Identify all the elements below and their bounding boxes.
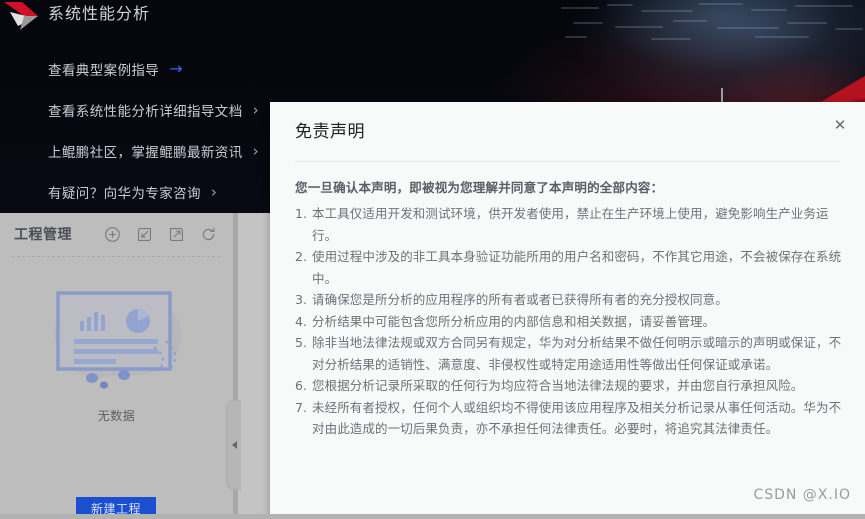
clause-number: 1. (295, 206, 308, 221)
bottom-strip (0, 514, 865, 519)
clause-text: 请确保您是所分析的应用程序的所有者或者已获得所有者的充分授权同意。 (312, 292, 728, 307)
clause-text: 本工具仅适用开发和测试环境，供开发者使用，禁止在生产环境上使用，避免影响生产业务… (312, 206, 829, 243)
clause-number: 2. (295, 249, 308, 264)
dialog-body: 您一旦确认本声明，即被视为您理解并同意了本声明的全部内容： 1. 本工具仅适用开… (295, 177, 843, 440)
clause-text: 分析结果中可能包含您所分析应用的内部信息和相关数据，请妥善管理。 (312, 313, 716, 329)
chevron-right-icon: › (252, 141, 260, 160)
clause-number: 6. (295, 378, 308, 393)
refresh-icon[interactable] (200, 226, 217, 243)
import-icon[interactable] (136, 226, 153, 243)
disclaimer-dialog: 免责声明 ✕ 您一旦确认本声明，即被视为您理解并同意了本声明的全部内容： 1. … (270, 102, 865, 519)
watermark: CSDN @X.IO (753, 487, 851, 503)
empty-state: 无数据 (0, 279, 233, 424)
arrow-right-icon: → (169, 59, 184, 78)
hero-link-case-guide[interactable]: 查看典型案例指导 → (48, 58, 348, 80)
clause-item: 6. 您根据分析记录所采取的任何行为均应符合当地法律法规的要求，并由您自行承担风… (295, 375, 843, 397)
clause-number: 5. (295, 335, 308, 350)
project-management-panel: 工程管理 无数据 新建工程 (0, 213, 233, 519)
clause-item: 3. 请确保您是所分析的应用程序的所有者或者已获得所有者的充分授权同意。 (295, 289, 843, 311)
clause-item: 5. 除非当地法律法规或双方合同另有规定，华为对分析结果不做任何明示或暗示的声明… (295, 332, 843, 375)
hero-cityscape-streaks (555, 0, 865, 46)
hero-link-label: 查看系统性能分析详细指导文档 (48, 104, 243, 120)
chevron-right-icon: › (210, 182, 218, 201)
clause-item: 1. 本工具仅适用开发和测试环境，供开发者使用，禁止在生产环境上使用，避免影响生… (295, 203, 843, 246)
add-circle-icon[interactable] (104, 226, 121, 243)
project-panel-title: 工程管理 (14, 227, 72, 243)
dialog-intro-text: 您一旦确认本声明，即被视为您理解并同意了本声明的全部内容： (295, 180, 664, 195)
panel-collapse-handle[interactable] (226, 400, 241, 490)
clause-text: 未经所有者授权，任何个人或组织均不得使用该应用程序及相关分析记录从事任何活动。华… (312, 399, 842, 437)
dialog-title-divider (295, 161, 840, 162)
project-panel-toolbar (104, 226, 217, 243)
close-icon[interactable]: ✕ (831, 116, 849, 134)
hero-link-label: 上鲲鹏社区，掌握鲲鹏最新资讯 (48, 145, 243, 161)
chevron-left-icon (231, 441, 237, 449)
page-title: 系统性能分析 (48, 4, 151, 23)
hero-link-label: 有疑问？向华为专家咨询 (48, 186, 201, 202)
clause-number: 7. (295, 399, 308, 415)
clause-item: 4. 分析结果中可能包含您所分析应用的内部信息和相关数据，请妥善管理。 (295, 311, 843, 333)
clause-number: 3. (295, 292, 308, 307)
clause-text: 除非当地法律法规或双方合同另有规定，华为对分析结果不做任何明示或暗示的声明或保证… (312, 335, 842, 372)
empty-state-label: 无数据 (97, 409, 136, 423)
application-root: 系统性能分析 查看典型案例指导 → 查看系统性能分析详细指导文档 › 上鲲鹏社区… (0, 0, 865, 519)
project-panel-header: 工程管理 (0, 213, 233, 255)
clause-item: 7. 未经所有者授权，任何个人或组织均不得使用该应用程序及相关分析记录从事任何活… (295, 397, 843, 440)
huawei-chevron-logo (4, 2, 38, 30)
project-panel-body: 无数据 新建工程 (0, 257, 233, 519)
dialog-title: 免责声明 (295, 122, 365, 142)
clause-text: 使用过程中涉及的非工具本身验证功能所用的用户名和密码，不作其它用途，不会被保存在… (312, 249, 842, 286)
empty-state-illustration (32, 279, 202, 399)
export-icon[interactable] (168, 226, 185, 243)
clause-text: 您根据分析记录所采取的任何行为均应符合当地法律法规的要求，并由您自行承担风险。 (312, 378, 804, 393)
hero-link-label: 查看典型案例指导 (48, 63, 160, 79)
clause-item: 2. 使用过程中涉及的非工具本身验证功能所用的用户名和密码，不作其它用途，不会被… (295, 246, 843, 289)
chevron-right-icon: › (252, 100, 260, 119)
clause-number: 4. (295, 313, 308, 329)
